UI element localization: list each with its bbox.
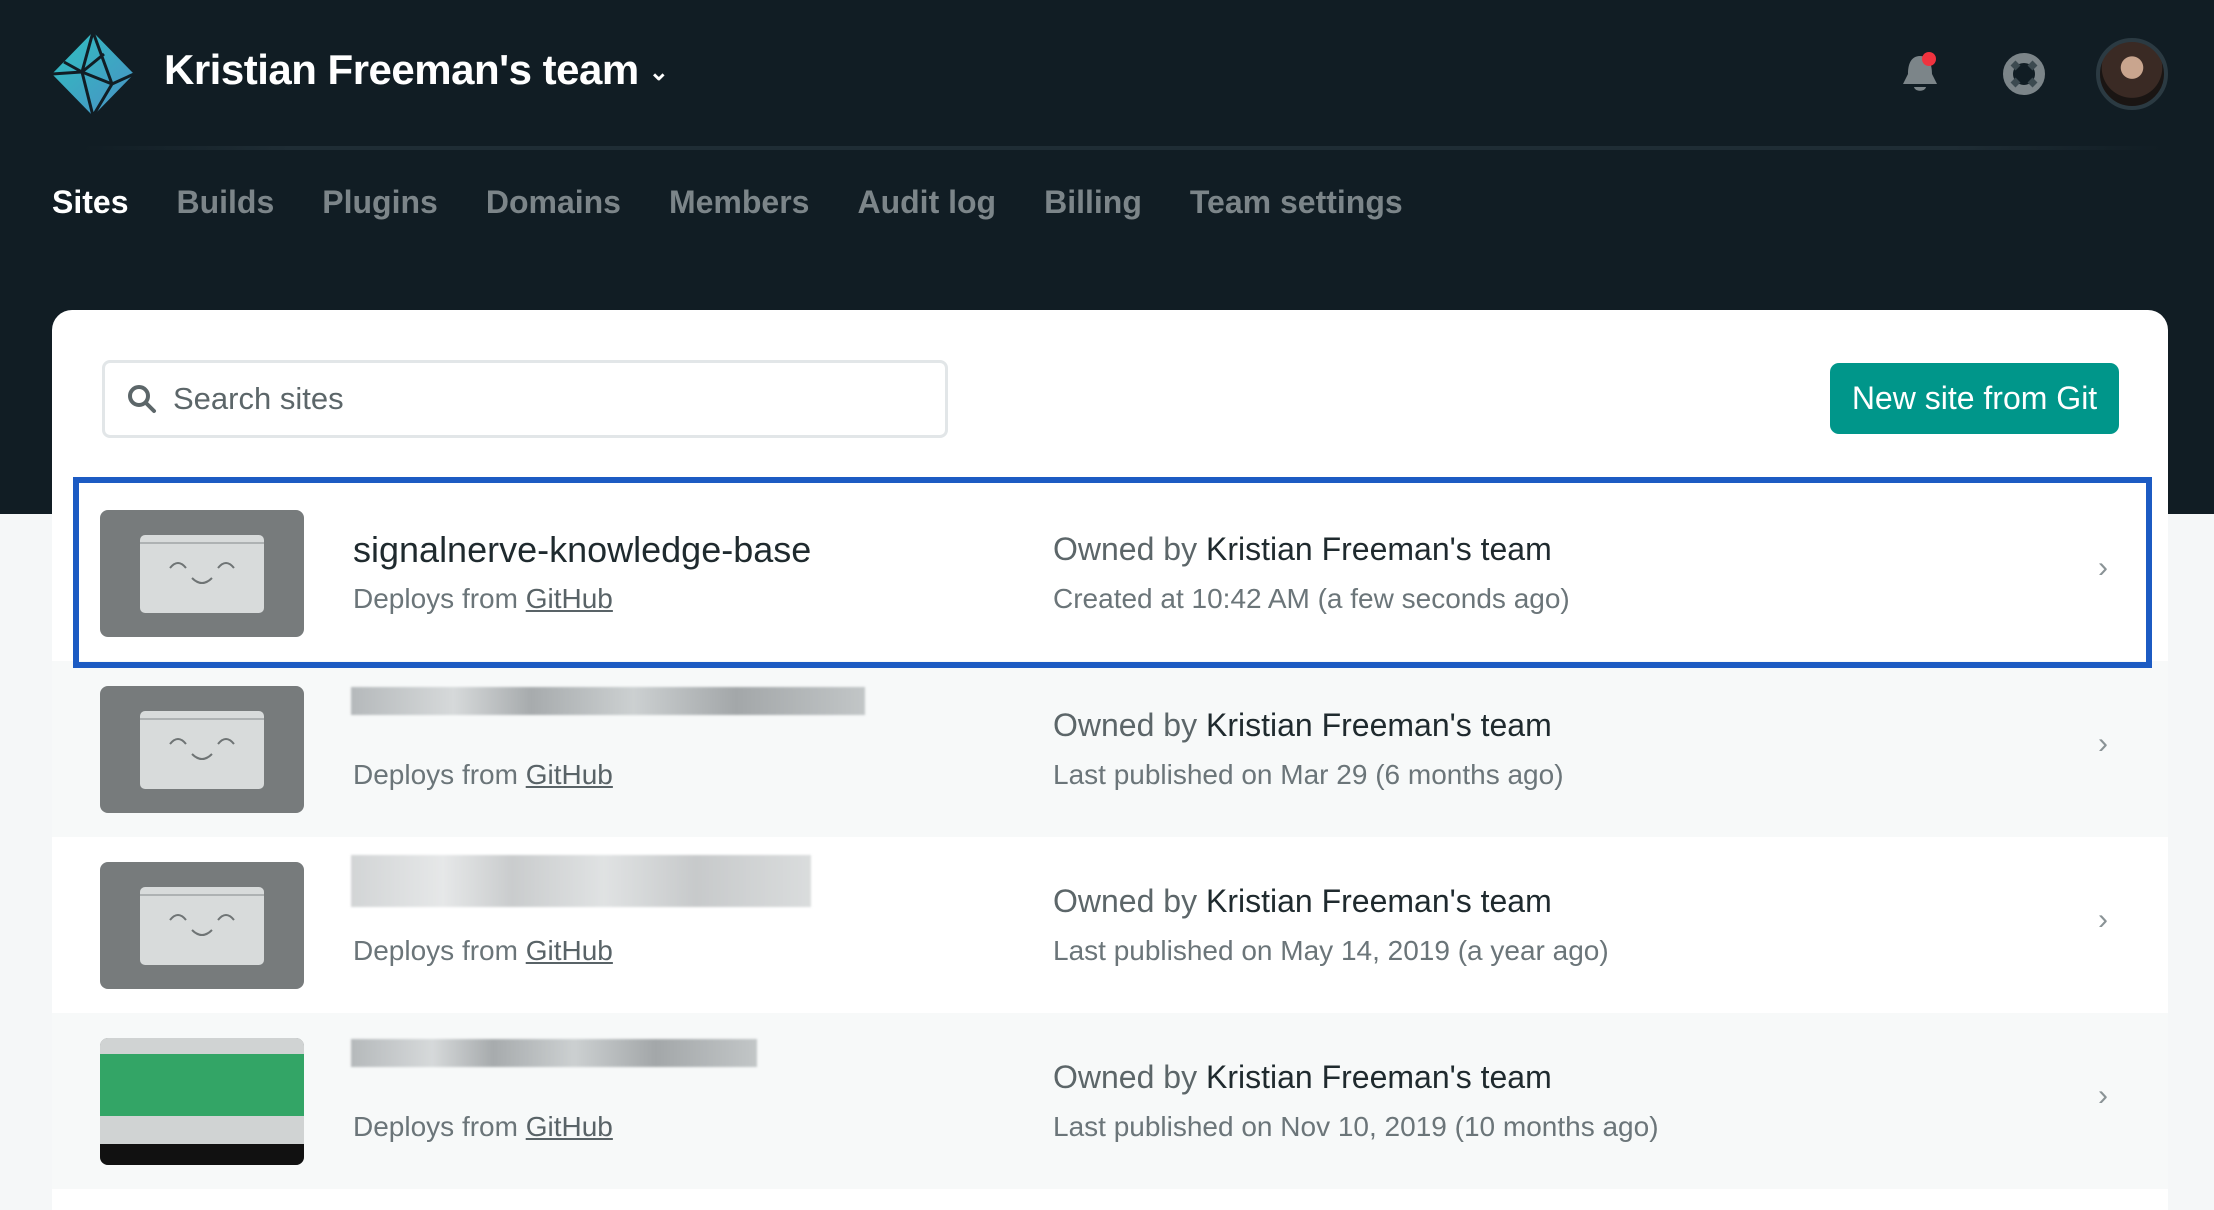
nav-team-settings[interactable]: Team settings: [1190, 184, 1403, 221]
site-owner: Owned by Kristian Freeman's team: [1053, 883, 1552, 919]
user-avatar[interactable]: [2096, 38, 2168, 110]
team-switcher[interactable]: Kristian Freeman's team ⌄: [164, 46, 669, 94]
site-row[interactable]: Deploys from GitHub Owned by Kristian Fr…: [52, 837, 2168, 1013]
site-thumbnail-placeholder: [100, 862, 304, 989]
site-date: Created at 10:42 AM (a few seconds ago): [1053, 583, 1570, 614]
netlify-logo-icon[interactable]: [52, 32, 134, 116]
site-owner: Owned by Kristian Freeman's team: [1053, 531, 1552, 567]
site-owner: Owned by Kristian Freeman's team: [1053, 1059, 1552, 1095]
chevron-right-icon: ›: [2098, 551, 2108, 584]
sites-card: Search sites New site from Git signalner…: [52, 310, 2168, 1210]
site-thumbnail-placeholder: [100, 686, 304, 813]
site-date: Last published on May 14, 2019 (a year a…: [1053, 935, 1609, 966]
site-thumbnail-placeholder: [100, 510, 304, 637]
site-owner: Owned by Kristian Freeman's team: [1053, 707, 1552, 743]
nav-members[interactable]: Members: [669, 184, 810, 221]
deploy-source: Deploys from GitHub: [353, 759, 613, 790]
nav-domains[interactable]: Domains: [486, 184, 621, 221]
smiley-window-icon: [140, 535, 264, 613]
deploy-source: Deploys from GitHub: [353, 935, 613, 966]
deploy-source: Deploys from GitHub: [353, 1111, 613, 1142]
bell-icon[interactable]: [1900, 52, 1940, 96]
github-link[interactable]: GitHub: [526, 935, 613, 966]
blurred-site-name[interactable]: [351, 687, 865, 715]
nav-builds[interactable]: Builds: [176, 184, 274, 221]
nav-plugins[interactable]: Plugins: [322, 184, 438, 221]
nav-audit-log[interactable]: Audit log: [857, 184, 996, 221]
site-screenshot-thumbnail: [100, 1038, 304, 1165]
notification-dot: [1922, 52, 1936, 66]
chevron-down-icon: ⌄: [648, 59, 669, 87]
smiley-window-icon: [140, 887, 264, 965]
search-input[interactable]: Search sites: [102, 360, 948, 438]
site-row[interactable]: Deploys from GitHub Owned by Kristian Fr…: [52, 1013, 2168, 1189]
github-link[interactable]: GitHub: [526, 759, 613, 790]
nav-sites[interactable]: Sites: [52, 184, 128, 221]
site-row[interactable]: Deploys from GitHub Owned by Kristian Fr…: [52, 661, 2168, 837]
search-icon: [128, 385, 156, 413]
chevron-right-icon: ›: [2098, 727, 2108, 760]
github-link[interactable]: GitHub: [526, 1111, 613, 1142]
blurred-site-name[interactable]: [351, 1039, 757, 1067]
site-date: Last published on Mar 29 (6 months ago): [1053, 759, 1564, 790]
github-link[interactable]: GitHub: [526, 583, 613, 614]
chevron-right-icon: ›: [2098, 903, 2108, 936]
deploy-source: Deploys from GitHub: [353, 583, 613, 614]
new-site-from-git-button[interactable]: New site from Git: [1830, 363, 2119, 434]
site-row[interactable]: signalnerve-knowledge-base Deploys from …: [52, 485, 2168, 661]
header-divider: [82, 146, 2162, 150]
chevron-right-icon: ›: [2098, 1079, 2108, 1112]
site-date: Last published on Nov 10, 2019 (10 month…: [1053, 1111, 1659, 1142]
site-name[interactable]: signalnerve-knowledge-base: [353, 529, 811, 571]
blurred-site-name[interactable]: [351, 855, 811, 907]
smiley-window-icon: [140, 711, 264, 789]
team-nav: Sites Builds Plugins Domains Members Aud…: [52, 184, 1403, 221]
nav-billing[interactable]: Billing: [1044, 184, 1142, 221]
help-lifebuoy-icon[interactable]: [2003, 53, 2045, 95]
